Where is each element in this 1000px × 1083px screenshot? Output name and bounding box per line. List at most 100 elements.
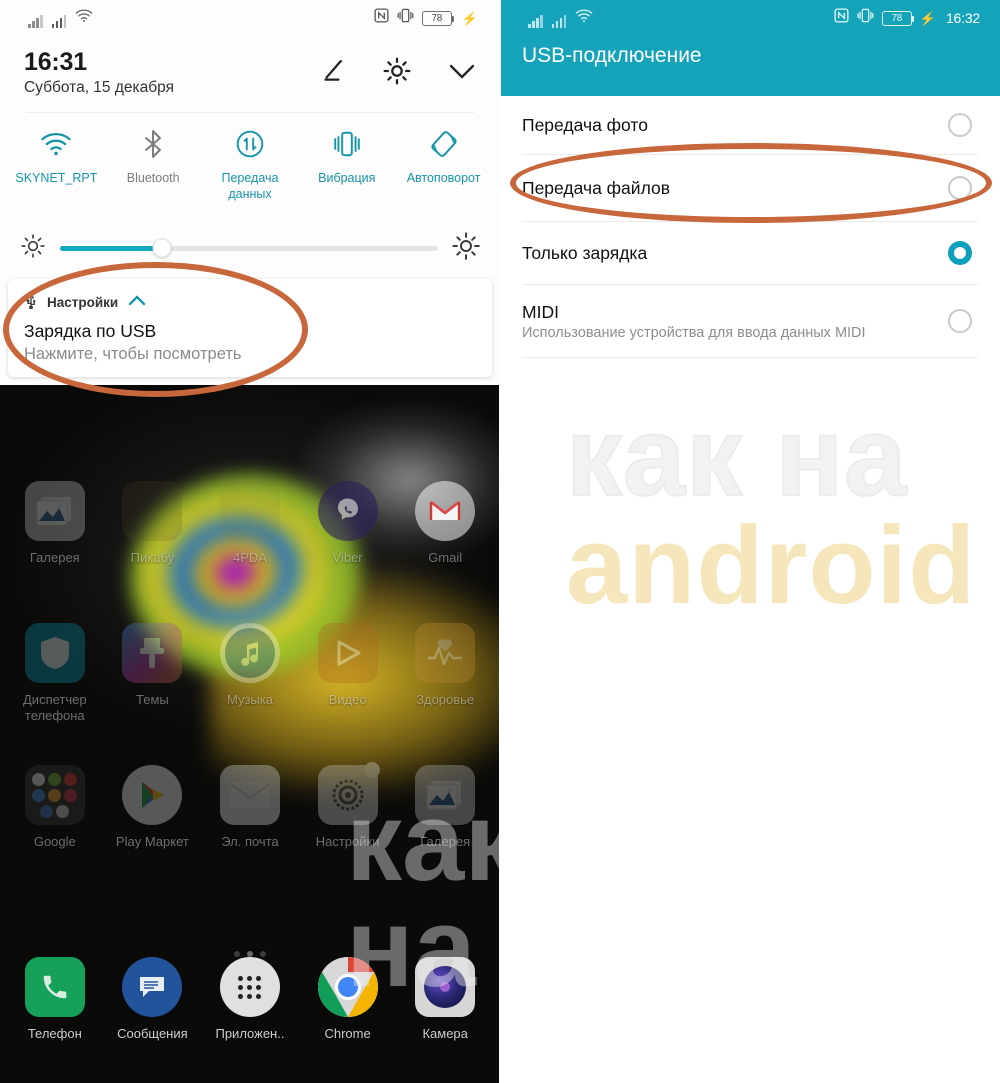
quick-settings-toggles: SKYNET_RPT Bluetooth Передача данных Виб…	[0, 124, 500, 202]
app-icon-settings[interactable]: Настройки	[303, 762, 393, 907]
option-text: Только зарядка	[522, 243, 647, 264]
pencil-edit-icon[interactable]	[318, 56, 348, 91]
toggle-auto-rotate[interactable]: Автоповорот	[396, 124, 492, 187]
app-label: Эл. почта	[221, 834, 279, 849]
clock-date-block: 16:31 Суббота, 15 декабря	[24, 49, 174, 97]
app-icon-health[interactable]: Здоровье	[400, 623, 490, 765]
toggle-label: Автоповорот	[406, 171, 481, 185]
app-icon-4pda[interactable]: 4PDA	[205, 481, 295, 623]
app-label: Play Маркет	[115, 834, 189, 849]
radio-button-selected[interactable]	[948, 241, 972, 265]
app-icon-viber[interactable]: Viber	[303, 481, 393, 623]
vibrate-icon	[299, 124, 395, 164]
notification-title: Зарядка по USB	[24, 321, 157, 341]
fourpda-icon	[219, 481, 280, 541]
usb-option-midi[interactable]: MIDI Использование устройства для ввода …	[500, 285, 1000, 357]
app-icon-gmail[interactable]: Gmail	[400, 481, 490, 623]
wifi-icon	[8, 124, 104, 164]
clock-text: 16:31	[24, 48, 87, 77]
settings-gear-icon	[317, 762, 380, 825]
status-bar: 78 ⚡	[0, 0, 500, 36]
notification-shade: 78 ⚡ 16:31 Суббота, 15 декабря SKYNET_RP…	[0, 0, 500, 385]
app-label: Камера	[422, 1026, 468, 1041]
brightness-slider[interactable]	[60, 238, 438, 258]
watermark-line2: android	[566, 504, 977, 628]
toggle-mobile-data[interactable]: Передача данных	[202, 124, 298, 202]
messages-icon	[122, 957, 183, 1017]
usb-option-charge-only[interactable]: Только зарядка	[500, 222, 1000, 284]
app-drawer-icon	[219, 957, 280, 1017]
toggle-label: Передача данных	[221, 171, 279, 201]
shade-header-icons	[318, 56, 478, 91]
panel-divider	[499, 0, 501, 1083]
brightness-low-icon	[20, 233, 46, 264]
charging-bolt-icon: ⚡	[461, 10, 478, 26]
toggle-label: SKYNET_RPT	[15, 171, 98, 185]
signal-bars-icon	[551, 14, 566, 28]
usb-option-file-transfer[interactable]: Передача файлов	[500, 155, 1000, 221]
app-icon-email[interactable]: Эл. почта	[205, 765, 295, 907]
app-icon-themes[interactable]: Темы	[107, 623, 197, 765]
status-bar: 78 ⚡ 16:32	[500, 0, 1000, 36]
slider-knob[interactable]	[152, 238, 172, 258]
usb-option-photo-transfer[interactable]: Передача фото	[500, 96, 1000, 154]
option-label: Передача фото	[522, 114, 648, 135]
left-phone-screen: Галерея Пикабу 4PDA Viber Gmail Диспетче…	[0, 0, 500, 1083]
status-bar-left	[14, 8, 93, 28]
dock-icon-camera[interactable]: Камера	[400, 957, 490, 1077]
email-envelope-icon	[219, 765, 280, 825]
app-icon-video[interactable]: Видео	[303, 623, 393, 765]
status-bar-left	[514, 8, 593, 28]
option-label: Передача файлов	[522, 177, 671, 198]
toggle-bluetooth[interactable]: Bluetooth	[105, 124, 201, 187]
toggle-vibration[interactable]: Вибрация	[299, 124, 395, 187]
screenshot-root: Галерея Пикабу 4PDA Viber Gmail Диспетче…	[0, 0, 1000, 1083]
viber-icon	[317, 481, 378, 541]
chevron-up-icon[interactable]	[127, 294, 147, 312]
app-label: Gmail	[428, 550, 463, 565]
gear-icon[interactable]	[382, 56, 412, 91]
app-label: Настройки	[315, 834, 380, 849]
status-bar-right: 78 ⚡ 16:32	[834, 8, 988, 28]
dock-icon-phone[interactable]: Телефон	[10, 957, 100, 1077]
option-label: MIDI	[522, 301, 559, 322]
app-icon-google-folder[interactable]: Google	[10, 765, 100, 907]
notification-subtitle: Нажмите, чтобы посмотреть	[24, 345, 242, 363]
app-icon-gallery-2[interactable]: Галерея	[400, 765, 490, 907]
app-label: 4PDA	[233, 550, 267, 565]
app-icon-pikabu[interactable]: Пикабу	[107, 481, 197, 623]
radio-button[interactable]	[948, 176, 972, 200]
usb-icon	[24, 291, 38, 314]
app-icon-music[interactable]: Музыка	[205, 623, 295, 765]
app-icon-play-store[interactable]: Play Маркет	[107, 765, 197, 907]
dock-icon-app-drawer[interactable]: Приложен..	[205, 957, 295, 1077]
app-label: Музыка	[226, 692, 273, 707]
right-phone-screen: как на android 78 ⚡ 16:32 USB-подключени…	[500, 0, 1000, 1083]
radio-button[interactable]	[948, 309, 972, 333]
health-heart-icon	[415, 623, 476, 683]
dock-icon-chrome[interactable]: Chrome	[303, 957, 393, 1077]
signal-bars-icon	[528, 14, 543, 28]
slider-fill	[60, 245, 163, 251]
chevron-down-icon[interactable]	[446, 59, 478, 88]
wifi-icon	[575, 8, 593, 28]
app-label: Галерея	[29, 550, 80, 565]
shade-header: 16:31 Суббота, 15 декабря	[0, 36, 500, 110]
app-icon-phone-manager[interactable]: Диспетчер телефона	[10, 623, 100, 765]
charging-bolt-icon: ⚡	[919, 10, 936, 26]
dock-icon-messages[interactable]: Сообщения	[107, 957, 197, 1077]
app-label: Темы	[136, 692, 169, 707]
toggle-label: Bluetooth	[126, 171, 180, 185]
gallery-icon	[24, 481, 85, 541]
mobile-data-icon	[202, 124, 298, 164]
header-divider	[26, 112, 474, 113]
phone-manager-shield-icon	[24, 623, 85, 683]
bluetooth-icon	[105, 124, 201, 164]
toggle-wifi[interactable]: SKYNET_RPT	[8, 124, 104, 187]
usb-settings-topbar: 78 ⚡ 16:32 USB-подключение	[500, 0, 1000, 96]
radio-button[interactable]	[948, 113, 972, 137]
notification-app-name: Настройки	[47, 295, 119, 310]
play-store-icon	[122, 765, 183, 825]
usb-notification-card[interactable]: Настройки Зарядка по USB Нажмите, чтобы …	[8, 279, 492, 377]
app-icon-gallery[interactable]: Галерея	[10, 481, 100, 623]
